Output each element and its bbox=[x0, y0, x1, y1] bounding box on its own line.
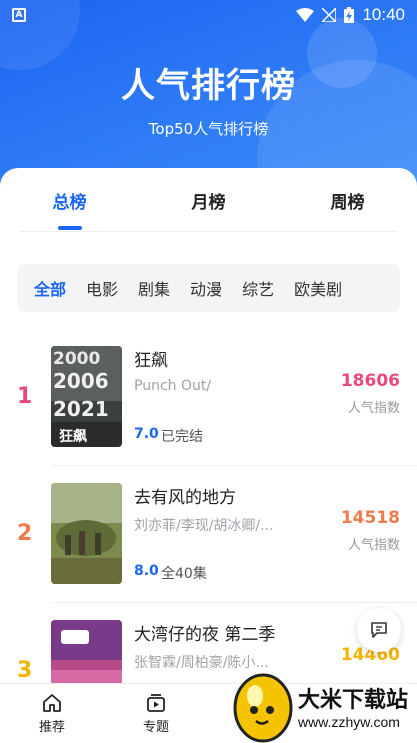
filter-all[interactable]: 全部 bbox=[34, 276, 66, 300]
poster-image bbox=[51, 483, 122, 584]
nav-recommend[interactable]: 推荐 bbox=[22, 692, 82, 735]
app-notification-icon: A bbox=[12, 8, 26, 22]
clock: 10:40 bbox=[362, 5, 405, 24]
item-subtitle: Punch Out/ bbox=[134, 378, 212, 394]
page-subtitle: Top50人气排行榜 bbox=[148, 120, 269, 138]
svg-text:2006: 2006 bbox=[53, 369, 109, 393]
popularity-label: 人气指数 bbox=[347, 401, 400, 416]
egg-mascot-logo bbox=[233, 673, 293, 743]
item-title: 去有风的地方 bbox=[134, 488, 236, 508]
list-item[interactable]: 1 2000 2006 2021 狂飙 狂飙 Punch Out/ 7.0 已完… bbox=[0, 334, 417, 471]
page-title: 人气排行榜 bbox=[121, 66, 296, 106]
ranking-tabs: 总榜 月榜 周榜 bbox=[0, 168, 417, 230]
watermark: 大米下载站 www.zzhyw.com bbox=[230, 668, 417, 743]
divider bbox=[20, 231, 397, 232]
battery-charging-icon bbox=[344, 7, 355, 23]
tab-overall[interactable]: 总榜 bbox=[0, 168, 139, 230]
filter-movie[interactable]: 电影 bbox=[86, 276, 118, 300]
watermark-url: www.zzhyw.com bbox=[298, 714, 400, 730]
play-card-icon bbox=[147, 694, 165, 712]
svg-text:2000: 2000 bbox=[53, 349, 100, 369]
status-bar: A 10:40 bbox=[0, 0, 417, 30]
divider bbox=[51, 465, 417, 466]
home-icon bbox=[43, 694, 61, 712]
wifi-icon bbox=[296, 8, 315, 22]
filter-anime[interactable]: 动漫 bbox=[190, 276, 222, 300]
feedback-button[interactable] bbox=[357, 608, 401, 652]
item-title: 狂飙 bbox=[134, 351, 168, 371]
no-signal-icon bbox=[322, 8, 337, 22]
popularity-label: 人气指数 bbox=[347, 538, 400, 553]
ranking-card: 总榜 月榜 周榜 全部 电影 剧集 动漫 综艺 欧美剧 1 2000 2006 … bbox=[0, 168, 417, 743]
list-item[interactable]: 2 去有风的地方 刘亦菲/李现/胡冰卿/... 8.0 全40集 14518 人… bbox=[0, 471, 417, 608]
item-score: 7.0 bbox=[134, 426, 159, 442]
nav-label: 专题 bbox=[142, 720, 169, 735]
nav-label: 推荐 bbox=[38, 720, 65, 735]
rank-number: 1 bbox=[17, 384, 33, 409]
filter-western-series[interactable]: 欧美剧 bbox=[294, 276, 342, 300]
rank-number: 3 bbox=[17, 658, 33, 683]
poster-image: 2000 2006 2021 狂飙 bbox=[51, 346, 122, 447]
svg-text:2021: 2021 bbox=[53, 397, 109, 421]
popularity-value: 18606 bbox=[340, 371, 400, 391]
tab-monthly[interactable]: 月榜 bbox=[139, 168, 278, 230]
nav-topics[interactable]: 专题 bbox=[126, 692, 186, 735]
poster-title: 狂飙 bbox=[59, 428, 87, 445]
item-subtitle: 刘亦菲/李现/胡冰卿/... bbox=[134, 518, 274, 534]
filter-series[interactable]: 剧集 bbox=[138, 276, 170, 300]
category-filter: 全部 电影 剧集 动漫 综艺 欧美剧 bbox=[17, 264, 400, 312]
divider bbox=[51, 602, 417, 603]
chat-icon bbox=[371, 622, 387, 638]
watermark-text: 大米下载站 bbox=[298, 688, 409, 713]
item-title: 大湾仔的夜 第二季 bbox=[134, 625, 276, 645]
item-status: 已完结 bbox=[161, 429, 203, 445]
item-status: 全40集 bbox=[161, 566, 207, 582]
item-score: 8.0 bbox=[134, 563, 159, 579]
rank-number: 2 bbox=[17, 521, 33, 546]
tab-weekly[interactable]: 周榜 bbox=[278, 168, 417, 230]
filter-variety[interactable]: 综艺 bbox=[242, 276, 274, 300]
popularity-value: 14518 bbox=[340, 508, 400, 528]
